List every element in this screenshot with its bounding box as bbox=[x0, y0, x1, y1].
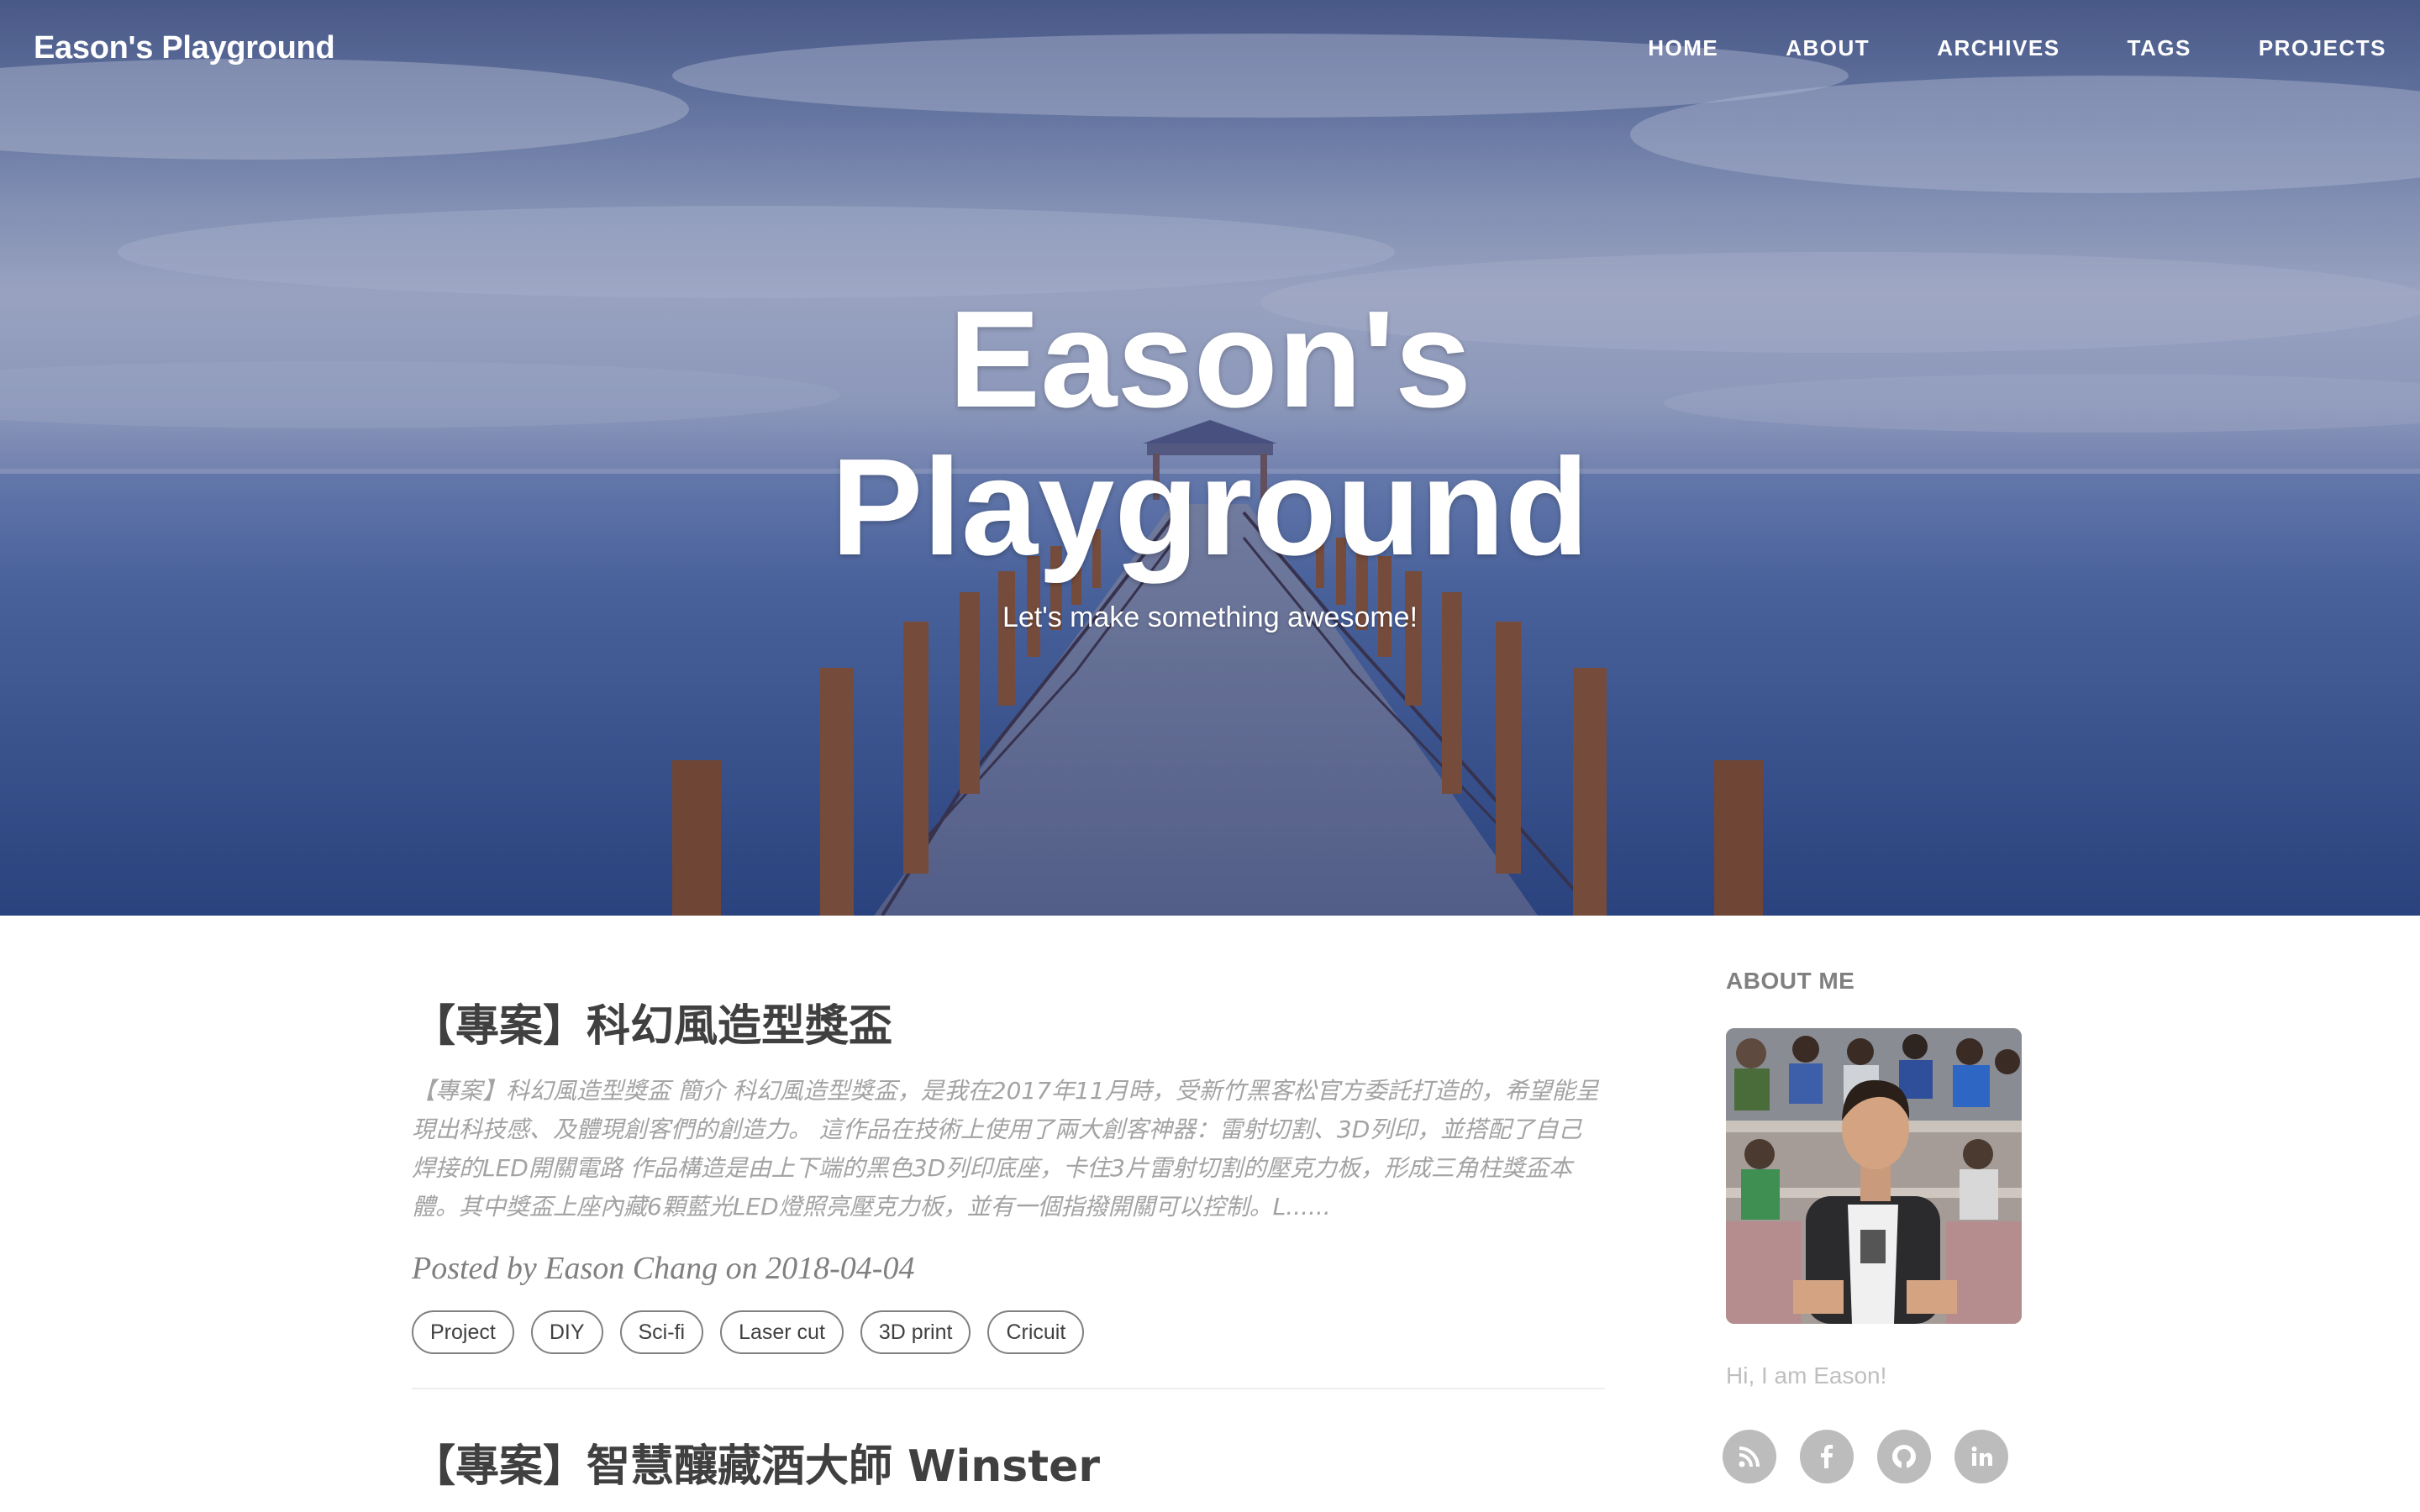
navbar: Eason's Playground HOME ABOUT ARCHIVES T… bbox=[0, 0, 2420, 101]
nav-home[interactable]: HOME bbox=[1648, 35, 1718, 61]
facebook-button[interactable] bbox=[1800, 1430, 1854, 1483]
post-title[interactable]: 【專案】智慧釀藏酒大師 Winster bbox=[412, 1440, 1605, 1494]
post-meta: Posted by Eason Chang on 2018-04-04 bbox=[412, 1251, 915, 1286]
sidebar: ABOUT ME Hi, I am Eason! bbox=[1723, 916, 2062, 1483]
about-me-greeting: Hi, I am Eason! bbox=[1726, 1362, 1887, 1389]
nav-about[interactable]: ABOUT bbox=[1786, 35, 1870, 61]
post-list: 【專案】科幻風造型獎盃 【專案】科幻風造型獎盃 簡介 科幻風造型獎盃，是我在20… bbox=[412, 916, 1605, 1494]
rss-icon bbox=[1739, 1446, 1760, 1467]
nav-archives[interactable]: ARCHIVES bbox=[1937, 35, 2060, 61]
hero-title: Eason's Playground bbox=[830, 282, 1590, 584]
post-title[interactable]: 【專案】科幻風造型獎盃 bbox=[412, 1000, 1605, 1053]
rss-button[interactable] bbox=[1723, 1430, 1776, 1483]
linkedin-icon bbox=[1971, 1446, 1992, 1466]
tag-diy[interactable]: DIY bbox=[530, 1310, 603, 1354]
post-preview: 【專案】智慧釀藏酒大師 Winster bbox=[412, 1389, 1605, 1494]
tag-sci-fi[interactable]: Sci-fi bbox=[619, 1310, 704, 1354]
avatar-photo bbox=[1726, 1028, 2022, 1324]
hero-subtitle: Let's make something awesome! bbox=[1002, 601, 1418, 633]
nav-tags[interactable]: TAGS bbox=[2128, 35, 2191, 61]
post-tags: Project DIY Sci-fi Laser cut 3D print Cr… bbox=[412, 1310, 1605, 1354]
social-links bbox=[1723, 1430, 2062, 1483]
linkedin-button[interactable] bbox=[1954, 1430, 2008, 1483]
post-preview: 【專案】科幻風造型獎盃 【專案】科幻風造型獎盃 簡介 科幻風造型獎盃，是我在20… bbox=[412, 916, 1605, 1389]
tag-project[interactable]: Project bbox=[412, 1310, 514, 1354]
hero-heading-block: Eason's Playground Let's make something … bbox=[0, 286, 2420, 634]
tag-3d-print[interactable]: 3D print bbox=[860, 1310, 971, 1354]
hero-banner: Eason's Playground HOME ABOUT ARCHIVES T… bbox=[0, 0, 2420, 916]
github-icon bbox=[1892, 1445, 1916, 1469]
tag-laser-cut[interactable]: Laser cut bbox=[720, 1310, 844, 1354]
facebook-icon bbox=[1821, 1445, 1833, 1468]
github-button[interactable] bbox=[1877, 1430, 1931, 1483]
avatar bbox=[1726, 1028, 2022, 1324]
tag-cricuit[interactable]: Cricuit bbox=[987, 1310, 1085, 1354]
nav-projects[interactable]: PROJECTS bbox=[2259, 35, 2386, 61]
post-excerpt[interactable]: 【專案】科幻風造型獎盃 簡介 科幻風造型獎盃，是我在2017年11月時，受新竹黑… bbox=[412, 1072, 1605, 1226]
nav-menu: HOME ABOUT ARCHIVES TAGS PROJECTS bbox=[1581, 35, 2386, 61]
about-me-heading: ABOUT ME bbox=[1726, 968, 1855, 994]
brand-link[interactable]: Eason's Playground bbox=[34, 30, 335, 66]
